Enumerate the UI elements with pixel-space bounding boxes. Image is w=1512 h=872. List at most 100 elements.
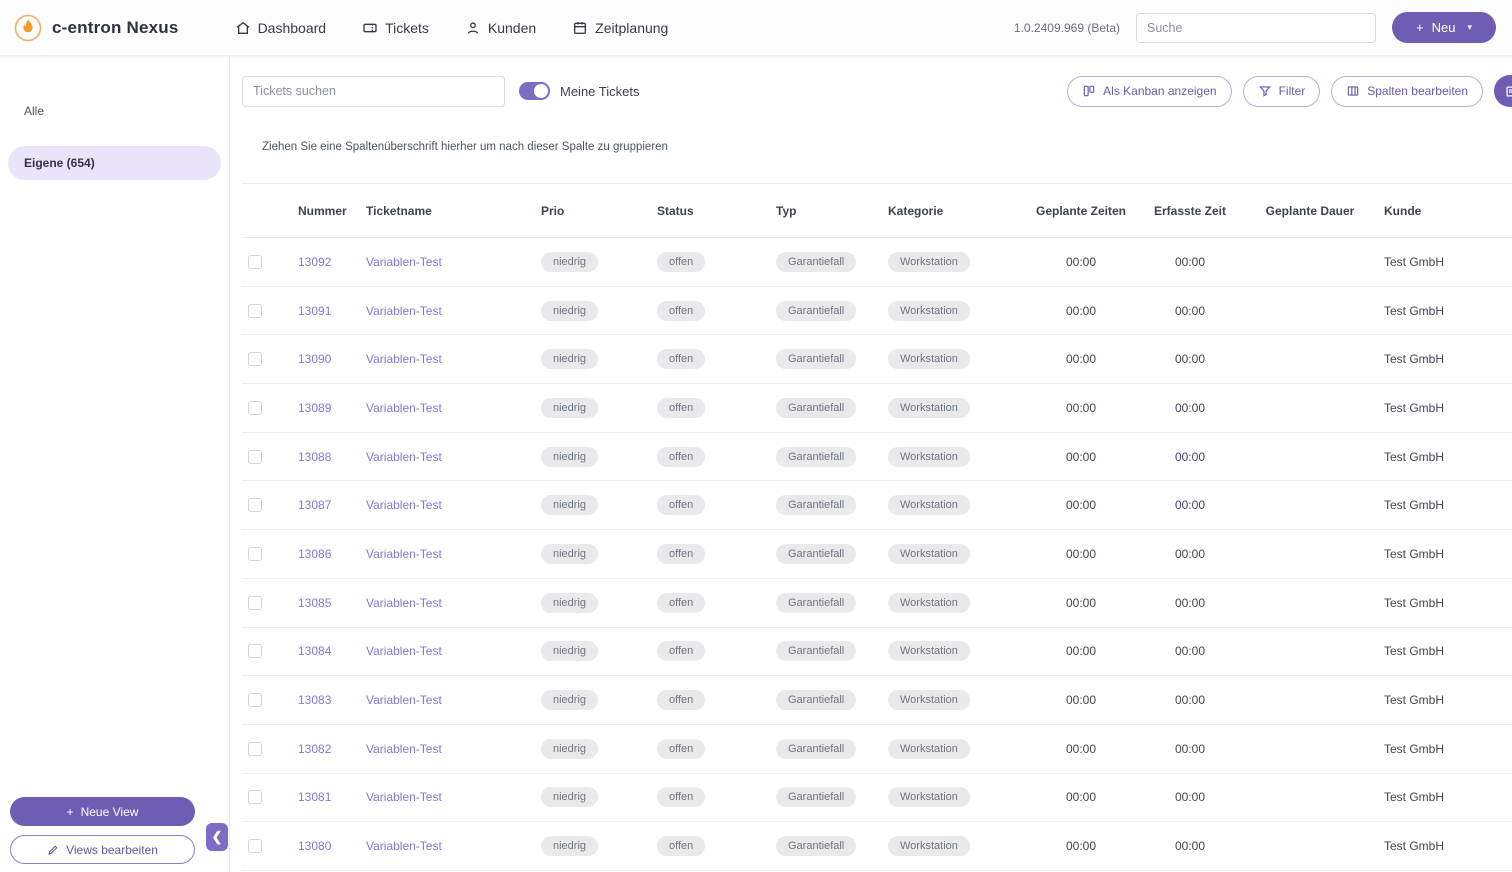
- table-row[interactable]: 13091 Variablen-Test niedrig offen Garan…: [242, 287, 1512, 336]
- sidebar-item-alle[interactable]: Alle: [8, 94, 221, 128]
- table-row[interactable]: 13088 Variablen-Test niedrig offen Garan…: [242, 433, 1512, 482]
- erfasste-zeit-value: 00:00: [1140, 839, 1240, 853]
- ticket-number-link[interactable]: 13092: [298, 255, 331, 269]
- ticket-name-link[interactable]: Variablen-Test: [366, 498, 442, 512]
- row-checkbox[interactable]: [248, 498, 262, 512]
- table-row[interactable]: 13080 Variablen-Test niedrig offen Garan…: [242, 822, 1512, 871]
- ticket-name-link[interactable]: Variablen-Test: [366, 450, 442, 464]
- edit-columns-button[interactable]: Spalten bearbeiten: [1331, 76, 1483, 107]
- column-header-geplante-zeiten[interactable]: Geplante Zeiten: [1022, 204, 1140, 218]
- table-row[interactable]: 13084 Variablen-Test niedrig offen Garan…: [242, 628, 1512, 677]
- ticket-number-link[interactable]: 13086: [298, 547, 331, 561]
- nav-item-kunden[interactable]: Kunden: [465, 20, 536, 36]
- ticket-name-link[interactable]: Variablen-Test: [366, 352, 442, 366]
- ticket-name-link[interactable]: Variablen-Test: [366, 596, 442, 610]
- status-badge: offen: [657, 252, 705, 272]
- column-header-kunde[interactable]: Kunde: [1380, 204, 1512, 218]
- column-header-kategorie[interactable]: Kategorie: [880, 204, 1022, 218]
- ticket-number-link[interactable]: 13088: [298, 450, 331, 464]
- ticket-name-link[interactable]: Variablen-Test: [366, 742, 442, 756]
- nav-label: Zeitplanung: [595, 20, 668, 36]
- typ-badge: Garantiefall: [776, 593, 856, 613]
- my-tickets-label: Meine Tickets: [560, 84, 639, 99]
- global-search-input[interactable]: [1136, 13, 1376, 43]
- row-checkbox[interactable]: [248, 255, 262, 269]
- column-header-ticketname[interactable]: Ticketname: [360, 204, 532, 218]
- geplante-zeiten-value: 00:00: [1022, 693, 1140, 707]
- ticket-number-link[interactable]: 13089: [298, 401, 331, 415]
- ticket-name-link[interactable]: Variablen-Test: [366, 547, 442, 561]
- ticket-name-link[interactable]: Variablen-Test: [366, 790, 442, 804]
- ticket-number-link[interactable]: 13091: [298, 304, 331, 318]
- table-row[interactable]: 13092 Variablen-Test niedrig offen Garan…: [242, 238, 1512, 287]
- row-checkbox[interactable]: [248, 547, 262, 561]
- top-navbar: c-entron Nexus Dashboard Tickets Kunden …: [0, 0, 1512, 56]
- table-row[interactable]: 13086 Variablen-Test niedrig offen Garan…: [242, 530, 1512, 579]
- table-row[interactable]: 13081 Variablen-Test niedrig offen Garan…: [242, 774, 1512, 823]
- column-header-status[interactable]: Status: [650, 204, 768, 218]
- ticket-name-link[interactable]: Variablen-Test: [366, 304, 442, 318]
- ticket-name-link[interactable]: Variablen-Test: [366, 693, 442, 707]
- ticket-name-link[interactable]: Variablen-Test: [366, 401, 442, 415]
- row-checkbox[interactable]: [248, 693, 262, 707]
- ticket-name-link[interactable]: Variablen-Test: [366, 839, 442, 853]
- ticket-number-link[interactable]: 13084: [298, 644, 331, 658]
- column-header-typ[interactable]: Typ: [768, 204, 880, 218]
- ticket-name-link[interactable]: Variablen-Test: [366, 644, 442, 658]
- tickets-toolbar: Meine Tickets Als Kanban anzeigen Filter…: [242, 75, 1512, 107]
- row-checkbox[interactable]: [248, 644, 262, 658]
- row-checkbox[interactable]: [248, 596, 262, 610]
- row-checkbox[interactable]: [248, 401, 262, 415]
- nav-item-dashboard[interactable]: Dashboard: [235, 20, 327, 36]
- typ-badge: Garantiefall: [776, 447, 856, 467]
- row-checkbox[interactable]: [248, 450, 262, 464]
- sidebar-collapse-button[interactable]: ❮: [206, 823, 228, 851]
- nav-item-zeitplanung[interactable]: Zeitplanung: [572, 20, 668, 36]
- row-checkbox[interactable]: [248, 304, 262, 318]
- nav-item-tickets[interactable]: Tickets: [362, 20, 429, 36]
- table-row[interactable]: 13090 Variablen-Test niedrig offen Garan…: [242, 335, 1512, 384]
- my-tickets-toggle[interactable]: [519, 82, 550, 100]
- ticket-icon: [362, 20, 378, 36]
- ticket-number-link[interactable]: 13083: [298, 693, 331, 707]
- typ-badge: Garantiefall: [776, 398, 856, 418]
- tickets-search-input[interactable]: [242, 76, 505, 107]
- column-header-prio[interactable]: Prio: [532, 204, 650, 218]
- erfasste-zeit-value: 00:00: [1140, 304, 1240, 318]
- table-row[interactable]: 13085 Variablen-Test niedrig offen Garan…: [242, 579, 1512, 628]
- export-button[interactable]: [1494, 75, 1512, 107]
- table-row[interactable]: 13083 Variablen-Test niedrig offen Garan…: [242, 676, 1512, 725]
- edit-views-button[interactable]: Views bearbeiten: [10, 835, 195, 864]
- ticket-number-link[interactable]: 13090: [298, 352, 331, 366]
- erfasste-zeit-value: 00:00: [1140, 790, 1240, 804]
- status-badge: offen: [657, 398, 705, 418]
- typ-badge: Garantiefall: [776, 836, 856, 856]
- ticket-number-link[interactable]: 13087: [298, 498, 331, 512]
- prio-badge: niedrig: [541, 690, 598, 710]
- table-row[interactable]: 13087 Variablen-Test niedrig offen Garan…: [242, 481, 1512, 530]
- kunde-value: Test GmbH: [1380, 255, 1512, 269]
- table-row[interactable]: 13089 Variablen-Test niedrig offen Garan…: [242, 384, 1512, 433]
- filter-button[interactable]: Filter: [1243, 76, 1321, 107]
- new-view-button[interactable]: + Neue View: [10, 797, 195, 826]
- table-row[interactable]: 13082 Variablen-Test niedrig offen Garan…: [242, 725, 1512, 774]
- prio-badge: niedrig: [541, 398, 598, 418]
- row-checkbox[interactable]: [248, 742, 262, 756]
- typ-badge: Garantiefall: [776, 252, 856, 272]
- row-checkbox[interactable]: [248, 839, 262, 853]
- ticket-number-link[interactable]: 13081: [298, 790, 331, 804]
- status-badge: offen: [657, 641, 705, 661]
- column-header-erfasste-zeit[interactable]: Erfasste Zeit: [1140, 204, 1240, 218]
- ticket-name-link[interactable]: Variablen-Test: [366, 255, 442, 269]
- row-checkbox[interactable]: [248, 352, 262, 366]
- kanban-view-button[interactable]: Als Kanban anzeigen: [1067, 76, 1231, 107]
- column-header-geplante-dauer[interactable]: Geplante Dauer: [1240, 204, 1380, 218]
- ticket-number-link[interactable]: 13080: [298, 839, 331, 853]
- new-button[interactable]: + Neu ▾: [1392, 12, 1496, 43]
- sidebar-item-eigene[interactable]: Eigene (654): [8, 146, 221, 180]
- row-checkbox[interactable]: [248, 790, 262, 804]
- ticket-number-link[interactable]: 13085: [298, 596, 331, 610]
- ticket-number-link[interactable]: 13082: [298, 742, 331, 756]
- column-header-nummer[interactable]: Nummer: [290, 204, 360, 218]
- typ-badge: Garantiefall: [776, 495, 856, 515]
